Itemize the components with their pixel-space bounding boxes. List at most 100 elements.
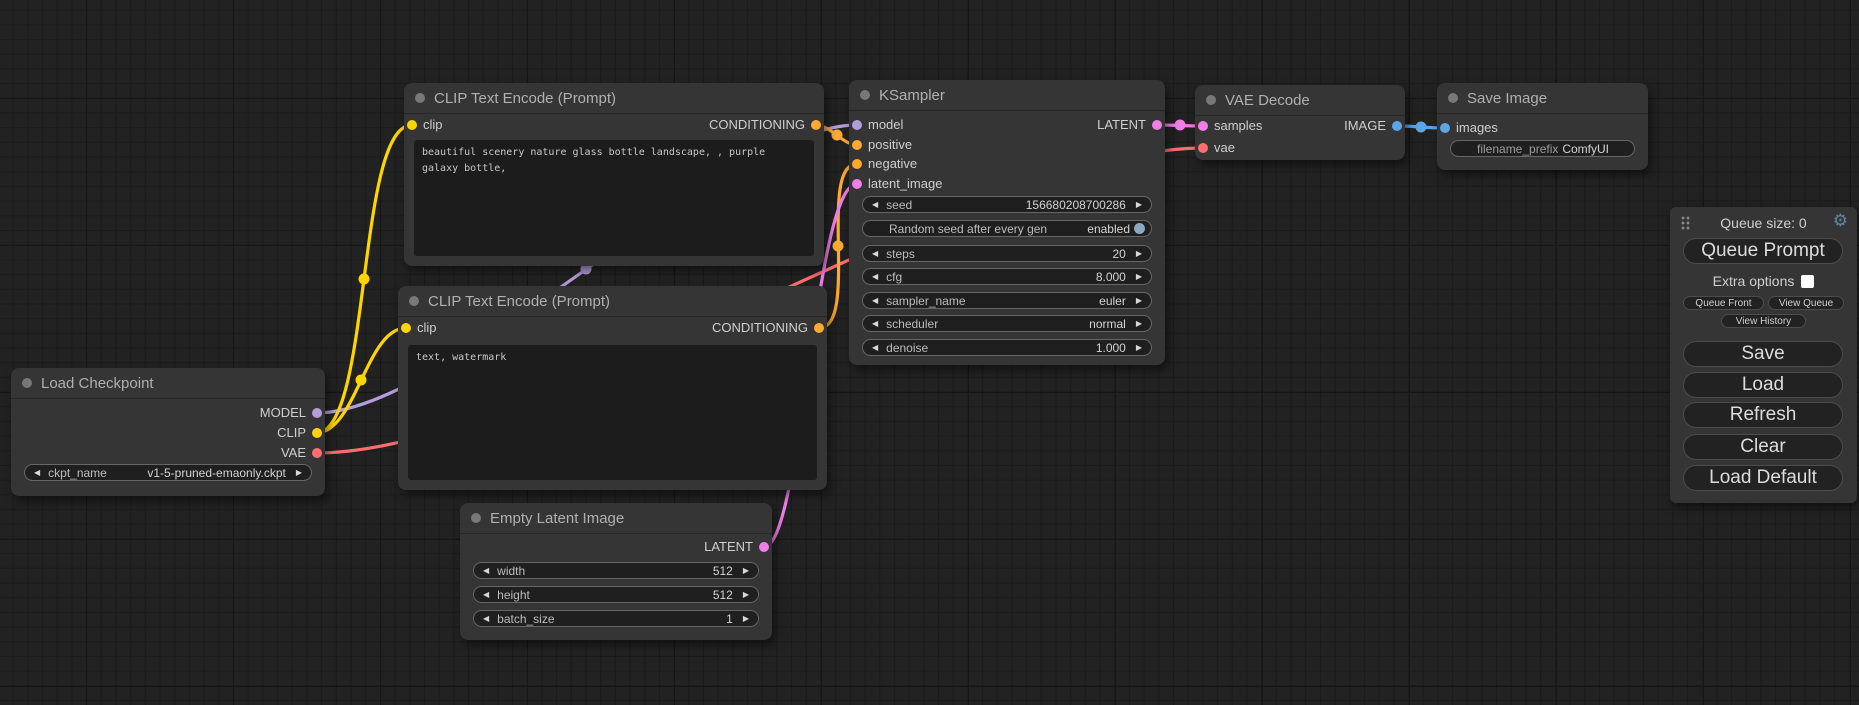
height-widget[interactable]: ◀ height 512 ▶ xyxy=(473,586,759,603)
node-title: VAE Decode xyxy=(1225,92,1310,109)
widget-decrement-icon[interactable]: ◀ xyxy=(872,344,878,352)
widget-label: cfg xyxy=(886,270,902,284)
node-ksampler[interactable]: KSampler model positive negative latent_… xyxy=(849,80,1165,365)
cfg-widget[interactable]: ◀ cfg 8.000 ▶ xyxy=(862,268,1152,285)
clip-output-port[interactable] xyxy=(312,428,322,438)
widget-value: v1-5-pruned-emaonly.ckpt xyxy=(147,466,286,480)
node-title-bar[interactable]: KSampler xyxy=(849,80,1165,111)
widget-decrement-icon[interactable]: ◀ xyxy=(872,201,878,209)
conditioning-output-port[interactable] xyxy=(811,120,821,130)
load-button[interactable]: Load xyxy=(1683,372,1843,398)
filename-prefix-widget[interactable]: filename_prefix ComfyUI xyxy=(1450,140,1635,157)
node-collapse-dot[interactable] xyxy=(860,90,870,100)
node-title-bar[interactable]: CLIP Text Encode (Prompt) xyxy=(404,83,824,114)
samples-input-port[interactable] xyxy=(1198,121,1208,131)
node-title-bar[interactable]: Save Image xyxy=(1437,83,1648,114)
node-clip-text-encode-positive[interactable]: CLIP Text Encode (Prompt) clip CONDITION… xyxy=(404,83,824,266)
output-label-latent: LATENT xyxy=(704,538,753,556)
widget-increment-icon[interactable]: ▶ xyxy=(296,469,302,477)
widget-value: ComfyUI xyxy=(1562,142,1609,156)
widget-decrement-icon[interactable]: ◀ xyxy=(872,297,878,305)
node-empty-latent-image[interactable]: Empty Latent Image LATENT ◀ width 512 ▶ … xyxy=(460,503,772,640)
widget-increment-icon[interactable]: ▶ xyxy=(1136,297,1142,305)
positive-input-port[interactable] xyxy=(852,140,862,150)
widget-increment-icon[interactable]: ▶ xyxy=(743,615,749,623)
node-title-bar[interactable]: Load Checkpoint xyxy=(11,368,325,399)
vae-input-port[interactable] xyxy=(1198,143,1208,153)
node-collapse-dot[interactable] xyxy=(22,378,32,388)
widget-value: euler xyxy=(1099,294,1126,308)
vae-output-port[interactable] xyxy=(312,448,322,458)
node-collapse-dot[interactable] xyxy=(1206,95,1216,105)
node-collapse-dot[interactable] xyxy=(409,296,419,306)
node-collapse-dot[interactable] xyxy=(1448,93,1458,103)
load-default-button[interactable]: Load Default xyxy=(1683,465,1843,491)
widget-value: 156680208700286 xyxy=(1026,198,1126,212)
widget-decrement-icon[interactable]: ◀ xyxy=(483,615,489,623)
steps-widget[interactable]: ◀ steps 20 ▶ xyxy=(862,245,1152,262)
batch-size-widget[interactable]: ◀ batch_size 1 ▶ xyxy=(473,610,759,627)
input-label-clip: clip xyxy=(423,116,443,134)
extra-options-checkbox[interactable] xyxy=(1801,275,1814,288)
widget-decrement-icon[interactable]: ◀ xyxy=(872,320,878,328)
widget-label: Random seed after every gen xyxy=(889,222,1047,236)
node-save-image[interactable]: Save Image images filename_prefix ComfyU… xyxy=(1437,83,1648,170)
width-widget[interactable]: ◀ width 512 ▶ xyxy=(473,562,759,579)
node-title-bar[interactable]: Empty Latent Image xyxy=(460,503,772,534)
latent-output-port[interactable] xyxy=(759,542,769,552)
node-vae-decode[interactable]: VAE Decode samples vae IMAGE xyxy=(1195,85,1405,160)
negative-input-port[interactable] xyxy=(852,159,862,169)
output-label-vae: VAE xyxy=(281,444,306,462)
random-seed-widget[interactable]: Random seed after every gen enabled xyxy=(862,220,1152,237)
queue-front-button[interactable]: Queue Front xyxy=(1683,296,1764,310)
link-midpoint-dot xyxy=(1175,120,1186,131)
node-load-checkpoint[interactable]: Load Checkpoint MODEL CLIP VAE ◀ ckpt_na… xyxy=(11,368,325,496)
negative-prompt-textarea[interactable]: text, watermark xyxy=(408,345,817,480)
positive-prompt-textarea[interactable]: beautiful scenery nature glass bottle la… xyxy=(414,140,814,256)
node-title-bar[interactable]: VAE Decode xyxy=(1195,85,1405,116)
widget-decrement-icon[interactable]: ◀ xyxy=(872,250,878,258)
view-history-button[interactable]: View History xyxy=(1721,314,1806,328)
view-queue-button[interactable]: View Queue xyxy=(1768,296,1844,310)
clip-input-port[interactable] xyxy=(401,323,411,333)
toggle-on-icon[interactable] xyxy=(1134,223,1145,234)
model-output-port[interactable] xyxy=(312,408,322,418)
ckpt-name-widget[interactable]: ◀ ckpt_name v1-5-pruned-emaonly.ckpt ▶ xyxy=(24,464,312,481)
widget-increment-icon[interactable]: ▶ xyxy=(1136,320,1142,328)
widget-decrement-icon[interactable]: ◀ xyxy=(483,567,489,575)
widget-increment-icon[interactable]: ▶ xyxy=(1136,273,1142,281)
scheduler-widget[interactable]: ◀ scheduler normal ▶ xyxy=(862,315,1152,332)
widget-decrement-icon[interactable]: ◀ xyxy=(483,591,489,599)
queue-prompt-button[interactable]: Queue Prompt xyxy=(1683,238,1843,264)
save-button[interactable]: Save xyxy=(1683,341,1843,367)
widget-increment-icon[interactable]: ▶ xyxy=(1136,250,1142,258)
widget-increment-icon[interactable]: ▶ xyxy=(1136,344,1142,352)
widget-decrement-icon[interactable]: ◀ xyxy=(34,469,40,477)
denoise-widget[interactable]: ◀ denoise 1.000 ▶ xyxy=(862,339,1152,356)
output-label-image: IMAGE xyxy=(1344,117,1386,135)
latent-output-port[interactable] xyxy=(1152,120,1162,130)
conditioning-output-port[interactable] xyxy=(814,323,824,333)
widget-increment-icon[interactable]: ▶ xyxy=(743,591,749,599)
clip-input-port[interactable] xyxy=(407,120,417,130)
widget-increment-icon[interactable]: ▶ xyxy=(1136,201,1142,209)
images-input-port[interactable] xyxy=(1440,123,1450,133)
widget-label: batch_size xyxy=(497,612,554,626)
node-collapse-dot[interactable] xyxy=(415,93,425,103)
sampler-name-widget[interactable]: ◀ sampler_name euler ▶ xyxy=(862,292,1152,309)
refresh-button[interactable]: Refresh xyxy=(1683,402,1843,428)
node-canvas[interactable]: { "colors": { "model": "#B39DDB", "clip"… xyxy=(0,0,1859,705)
node-title-bar[interactable]: CLIP Text Encode (Prompt) xyxy=(398,286,827,317)
widget-decrement-icon[interactable]: ◀ xyxy=(872,273,878,281)
link-midpoint-dot xyxy=(359,274,370,285)
image-output-port[interactable] xyxy=(1392,121,1402,131)
settings-gear-icon[interactable]: ⚙ xyxy=(1833,212,1848,229)
node-collapse-dot[interactable] xyxy=(471,513,481,523)
model-input-port[interactable] xyxy=(852,120,862,130)
node-clip-text-encode-negative[interactable]: CLIP Text Encode (Prompt) clip CONDITION… xyxy=(398,286,827,490)
widget-label: steps xyxy=(886,247,915,261)
widget-increment-icon[interactable]: ▶ xyxy=(743,567,749,575)
latent-image-input-port[interactable] xyxy=(852,179,862,189)
seed-widget[interactable]: ◀ seed 156680208700286 ▶ xyxy=(862,196,1152,213)
clear-button[interactable]: Clear xyxy=(1683,434,1843,460)
